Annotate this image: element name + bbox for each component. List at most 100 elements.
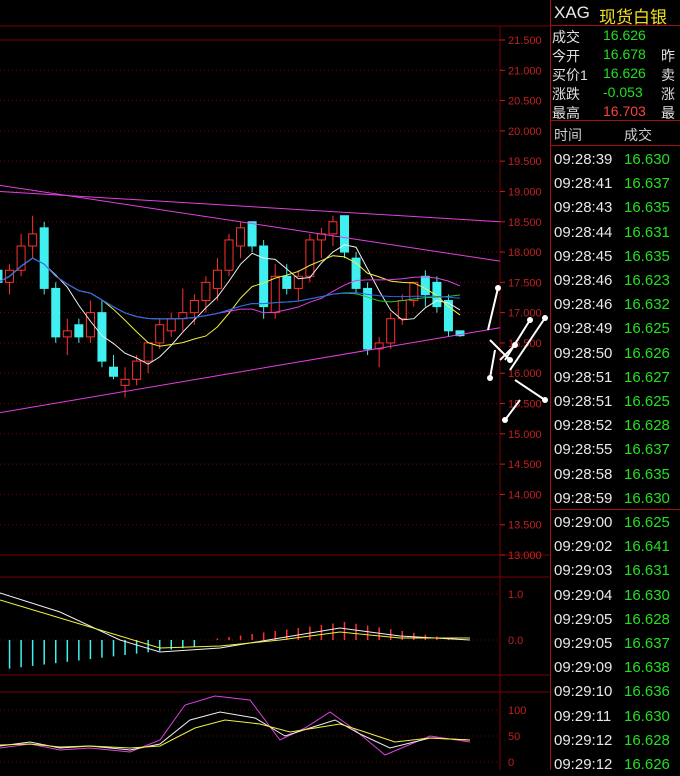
annotation-arrowhead: [527, 317, 533, 323]
tick-price: 16.630: [624, 707, 670, 725]
tick-row: 09:28:45 16.635: [551, 244, 680, 268]
symbol-code: XAG: [554, 3, 590, 22]
macd-axis-label: 0.0: [508, 635, 523, 647]
tick-price: 16.637: [624, 635, 670, 652]
tick-price: 16.628: [624, 731, 670, 749]
tick-price: 16.637: [624, 441, 670, 459]
annotation-arrowhead: [507, 357, 513, 363]
candle-body: [97, 312, 107, 362]
tick-row: 09:29:02 16.641: [551, 534, 680, 558]
candle-body: [120, 378, 130, 386]
macd-dif-line: [0, 592, 471, 653]
tick-price: 16.638: [624, 659, 670, 677]
tick-time: 09:28:51: [554, 393, 613, 410]
trendline-upper: [0, 190, 501, 223]
candle-body: [189, 300, 199, 314]
tick-time: 09:28:52: [554, 417, 613, 435]
macd-axis-label: 1.0: [508, 589, 523, 601]
tick-price: 16.626: [624, 344, 670, 362]
tick-price: 16.628: [624, 610, 670, 628]
candle-body: [212, 269, 222, 289]
tick-row: 09:28:51 16.625: [551, 389, 680, 413]
candle-body: [109, 366, 118, 377]
tick-price: 16.635: [624, 199, 670, 217]
candle-body: [28, 233, 38, 247]
tick-time: 09:29:03: [554, 562, 613, 580]
tick-price: 16.625: [624, 514, 670, 531]
tick-row: 09:28:44 16.631: [551, 220, 680, 244]
tick-time: 09:28:43: [554, 199, 613, 217]
annotation-arrowhead: [502, 417, 508, 423]
price-axis-label: 20.000: [508, 126, 542, 138]
quote-extra-label: 昨: [661, 48, 675, 64]
candle-body: [166, 318, 176, 332]
price-axis-label: 17.500: [508, 277, 542, 289]
quote-value: 16.626: [603, 27, 646, 43]
tick-row: 09:29:11 16.630: [551, 704, 680, 728]
kline-chart[interactable]: 21.500 21.000 20.500 20.000 19.500 19.000 18.5…: [0, 0, 550, 770]
quote-label: 今开: [552, 48, 580, 64]
tick-row: 09:28:50 16.626: [551, 341, 680, 365]
tick-row: 09:29:05 16.637: [551, 631, 680, 655]
tick-row: 09:29:05 16.628: [551, 607, 680, 631]
tick-time: 09:29:12: [554, 756, 613, 773]
price-axis-label: 17.000: [508, 308, 542, 320]
price-axis-label: 21.500: [508, 35, 542, 47]
tick-time: 09:29:10: [554, 683, 613, 701]
kdj-axis-label: 100: [508, 705, 526, 717]
tick-row: 09:29:03 16.631: [551, 558, 680, 582]
tick-time: 09:29:00: [554, 514, 613, 531]
candle-body: [420, 275, 430, 295]
candle-body: [270, 275, 280, 314]
tick-price: 16.630: [624, 586, 670, 604]
tick-row: 09:28:55 16.637: [551, 437, 680, 461]
chart-area[interactable]: 21.500 21.000 20.500 20.000 19.500 19.000 18.5…: [0, 0, 550, 770]
tick-price: 16.641: [624, 538, 670, 556]
candle-body: [236, 227, 246, 247]
tick-row: 09:29:04 16.630: [551, 583, 680, 607]
tick-price: 16.631: [624, 562, 670, 580]
tick-time: 09:28:44: [554, 223, 613, 241]
quote-extra-label: 卖: [661, 67, 675, 83]
annotation-arrowhead: [542, 397, 548, 403]
candle-body: [305, 239, 315, 277]
price-axis-label: 16.000: [508, 368, 542, 380]
candle-body: [74, 324, 84, 338]
kdj-axis-label: 50: [508, 731, 520, 743]
candle-body: [397, 300, 407, 320]
annotation-arrowhead: [495, 285, 501, 291]
tick-time: 09:28:51: [554, 368, 613, 386]
annotation-arrow: [487, 287, 499, 331]
quote-row: 成交 16.626: [551, 26, 680, 45]
candle-body: [282, 275, 292, 289]
price-axis-label: 21.000: [508, 65, 542, 77]
price-axis-label: 19.500: [508, 156, 542, 168]
annotation-arrow: [489, 349, 496, 379]
trendline-middle: [0, 184, 501, 262]
candle-body: [259, 245, 269, 308]
price-axis-label: 14.000: [508, 489, 542, 501]
tick-price: 16.635: [624, 247, 670, 265]
kdj-d-line: [0, 719, 471, 749]
quote-label: 买价1: [552, 67, 588, 83]
tick-price: 16.625: [624, 393, 670, 410]
candle-body: [155, 324, 165, 344]
quote-row: 涨跌 -0.053 涨: [551, 83, 680, 102]
tick-row: 09:28:58 16.635: [551, 462, 680, 486]
tick-price: 16.625: [624, 320, 670, 338]
tick-time: 09:28:55: [554, 441, 613, 459]
candle-body: [51, 287, 61, 338]
candle-body: [224, 239, 234, 271]
tick-row: 09:28:46 16.632: [551, 292, 680, 316]
tick-row: 09:29:12 16.626: [551, 752, 680, 776]
tick-price: 16.630: [624, 151, 670, 168]
tick-price: 16.632: [624, 296, 670, 314]
annotation-arrowhead: [512, 342, 518, 348]
candle-body: [201, 281, 211, 302]
quote-label: 涨跌: [552, 86, 580, 102]
price-axis-label: 19.000: [508, 186, 542, 198]
price-axis-label: 20.500: [508, 96, 542, 108]
annotation-arrowhead: [487, 375, 493, 381]
tick-time: 09:29:12: [554, 731, 613, 749]
tick-time: 09:29:02: [554, 538, 613, 556]
